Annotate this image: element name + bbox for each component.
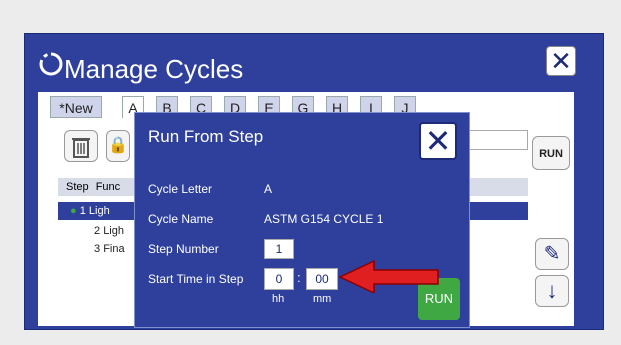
move-down-button[interactable]: ↓ xyxy=(535,275,569,307)
lock-icon: 🔒 xyxy=(108,137,128,154)
column-step: Step xyxy=(66,181,89,193)
row-step: 2 xyxy=(94,225,101,237)
row-step: 1 xyxy=(79,205,86,217)
delete-button[interactable] xyxy=(64,130,98,162)
start-hours-field[interactable]: 0 xyxy=(264,268,294,290)
row-func: Fina xyxy=(103,243,125,255)
mm-unit: mm xyxy=(313,293,332,305)
cycle-letter-label: Cycle Letter xyxy=(148,182,213,196)
cycle-name-label: Cycle Name xyxy=(148,212,214,226)
red-arrow-icon xyxy=(338,259,439,293)
dialog-close-button[interactable]: ✕ xyxy=(546,46,576,76)
step-number-label: Step Number xyxy=(148,242,219,256)
close-icon: ✕ xyxy=(424,123,452,159)
run-from-step-close-button[interactable]: ✕ xyxy=(419,122,457,160)
start-minutes-field[interactable]: 00 xyxy=(306,268,338,290)
list-item[interactable]: 2 Ligh xyxy=(58,222,124,240)
hh-unit: hh xyxy=(272,293,285,305)
run-side-button[interactable]: RUN xyxy=(532,136,570,170)
arrow-down-icon: ↓ xyxy=(546,278,558,303)
cycle-icon xyxy=(39,52,63,76)
start-time-label: Start Time in Step xyxy=(148,272,244,286)
cycle-letter-value: A xyxy=(264,182,273,196)
row-step: 3 xyxy=(94,243,101,255)
row-func: Ligh xyxy=(88,205,110,217)
time-separator: : xyxy=(297,270,301,285)
trash-icon xyxy=(72,138,90,158)
tab-new[interactable]: *New xyxy=(50,96,102,118)
dialog-title: Manage Cycles xyxy=(64,54,244,84)
row-func: Ligh xyxy=(103,225,124,237)
edit-button[interactable]: ✎ xyxy=(535,238,569,270)
active-icon: ● xyxy=(70,205,77,217)
close-icon: ✕ xyxy=(550,46,572,76)
cycle-name-value: ASTM G154 CYCLE 1 xyxy=(264,212,384,226)
list-item[interactable]: 3 Fina xyxy=(58,240,125,258)
run-from-step-title: Run From Step xyxy=(148,127,264,146)
step-number-field[interactable]: 1 xyxy=(264,239,294,259)
column-func: Func xyxy=(95,181,121,193)
lock-button[interactable]: 🔒 xyxy=(106,130,130,162)
edit-icon: ✎ xyxy=(543,243,561,265)
